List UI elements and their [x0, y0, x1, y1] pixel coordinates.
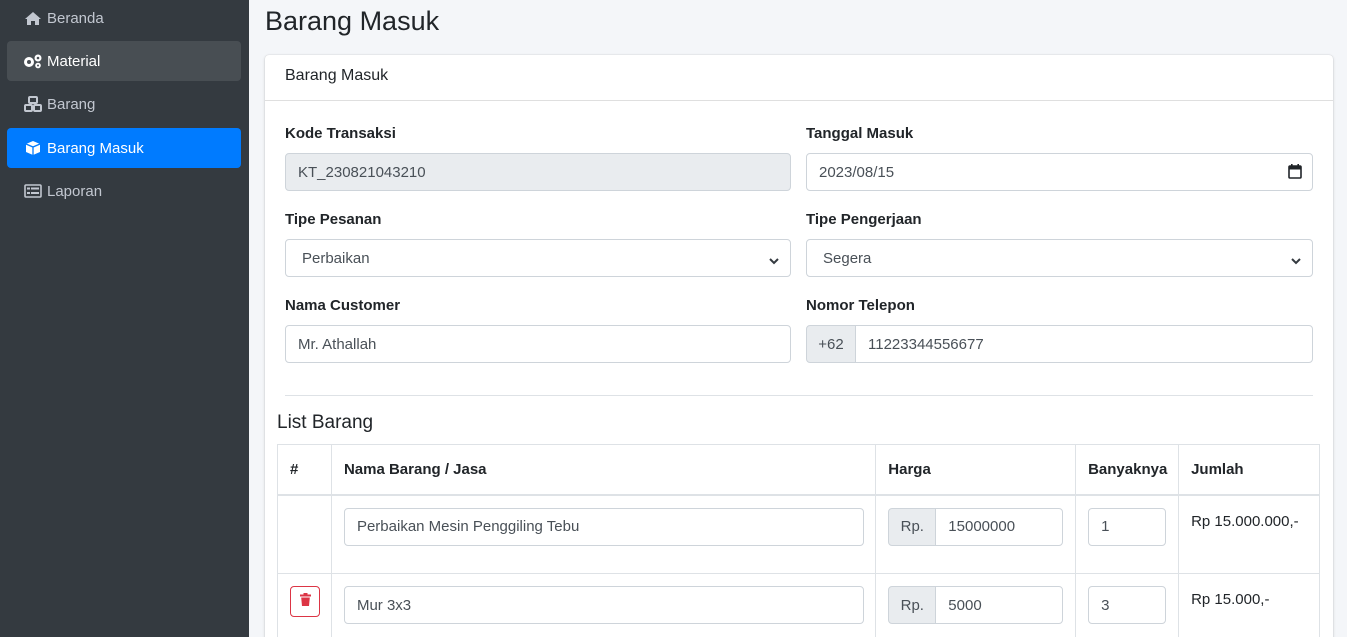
list-icon	[23, 183, 43, 199]
table-row: Perbaikan Mesin Penggiling Tebu Rp. 1500…	[277, 494, 1320, 574]
table-row: Mur 3x3 Rp. 5000 3 Rp 15.000,-	[277, 573, 1320, 637]
delete-row-button[interactable]	[290, 586, 320, 617]
nomor-telepon-value: 11223344556677	[868, 335, 984, 353]
row-banyak-cell: 1	[1075, 494, 1180, 574]
currency-prefix: Rp.	[888, 586, 937, 624]
row-jumlah-cell: Rp 15.000.000,-	[1178, 494, 1320, 574]
tipe-pengerjaan-label: Tipe Pengerjaan	[806, 211, 922, 228]
cogs-icon	[23, 53, 43, 69]
tipe-pesanan-value: Perbaikan	[302, 249, 370, 267]
list-barang-table: # Nama Barang / Jasa Harga Banyaknya Jum…	[277, 444, 1320, 637]
nama-customer-input[interactable]: Mr. Athallah	[285, 325, 791, 363]
home-icon	[23, 10, 43, 26]
banyaknya-input[interactable]: 3	[1088, 586, 1167, 624]
col-header-number: #	[277, 444, 332, 496]
box-icon	[23, 140, 43, 156]
tipe-pengerjaan-value: Segera	[823, 249, 872, 267]
tanggal-masuk-field[interactable]: 2023/08/15	[806, 153, 1313, 191]
kode-transaksi-field: KT_230821043210	[285, 153, 791, 191]
harga-value: 5000	[948, 596, 982, 614]
trash-icon	[299, 593, 311, 610]
sidebar-item-material[interactable]: Material	[7, 41, 241, 81]
row-jumlah-cell: Rp 15.000,-	[1178, 573, 1320, 637]
jumlah-value: Rp 15.000.000,-	[1191, 512, 1299, 530]
row-action-cell	[277, 573, 332, 637]
card-header: Barang Masuk	[265, 55, 1333, 101]
row-harga-cell: Rp. 5000	[875, 573, 1077, 637]
sidebar-item-label: Laporan	[47, 182, 103, 200]
sidebar-item-label: Barang	[47, 95, 96, 113]
banyaknya-input[interactable]: 1	[1088, 507, 1167, 546]
row-nama-cell: Mur 3x3	[330, 573, 877, 637]
harga-input[interactable]: 5000	[935, 586, 1064, 624]
sidebar-item-label: Material	[47, 52, 101, 70]
col-header-jumlah: Jumlah	[1178, 444, 1320, 496]
jumlah-value: Rp 15.000,-	[1191, 591, 1270, 608]
tipe-pesanan-select[interactable]: Perbaikan	[285, 239, 791, 277]
tanggal-masuk-value: 2023/08/15	[819, 163, 895, 181]
divider	[285, 395, 1313, 396]
kode-transaksi-value: KT_230821043210	[298, 163, 426, 181]
sidebar-item-beranda[interactable]: Beranda	[7, 0, 241, 38]
nomor-telepon-label: Nomor Telepon	[806, 297, 915, 314]
table-header-row: # Nama Barang / Jasa Harga Banyaknya Jum…	[277, 444, 1320, 496]
nama-customer-value: Mr. Athallah	[298, 335, 377, 353]
nama-barang-input[interactable]: Mur 3x3	[343, 586, 864, 624]
col-header-nama: Nama Barang / Jasa	[330, 444, 877, 496]
tanggal-masuk-label: Tanggal Masuk	[806, 125, 914, 142]
tipe-pengerjaan-select[interactable]: Segera	[806, 239, 1313, 277]
sidebar-item-label: Beranda	[47, 9, 104, 27]
banyaknya-value: 3	[1101, 596, 1110, 614]
chevron-down-icon	[1290, 253, 1302, 270]
sidebar-item-barang[interactable]: Barang	[7, 84, 241, 124]
page-title: Barang Masuk	[265, 6, 440, 36]
nama-barang-input[interactable]: Perbaikan Mesin Penggiling Tebu	[343, 507, 864, 546]
nama-barang-value: Perbaikan Mesin Penggiling Tebu	[356, 518, 580, 535]
sidebar: Beranda Material Barang Barang Masuk Lap…	[0, 0, 249, 637]
phone-prefix: +62	[806, 325, 856, 363]
nama-customer-label: Nama Customer	[285, 297, 401, 314]
col-header-harga: Harga	[875, 444, 1077, 496]
cubes-icon	[23, 96, 43, 112]
main-content: Barang Masuk Barang Masuk Kode Transaksi…	[249, 0, 1347, 637]
form-card: Barang Masuk Kode Transaksi KT_230821043…	[265, 55, 1333, 637]
harga-value: 15000000	[948, 518, 1016, 535]
row-banyak-cell: 3	[1075, 573, 1180, 637]
kode-transaksi-label: Kode Transaksi	[285, 125, 396, 142]
nomor-telepon-input[interactable]: 11223344556677	[855, 325, 1313, 363]
sidebar-item-barang-masuk[interactable]: Barang Masuk	[7, 128, 241, 168]
sidebar-item-laporan[interactable]: Laporan	[7, 171, 241, 211]
harga-input[interactable]: 15000000	[935, 507, 1064, 546]
currency-prefix: Rp.	[888, 507, 937, 546]
calendar-icon[interactable]	[1288, 164, 1302, 183]
list-barang-title: List Barang	[277, 412, 374, 433]
sidebar-item-label: Barang Masuk	[47, 139, 144, 157]
nama-barang-value: Mur 3x3	[356, 596, 412, 614]
chevron-down-icon	[768, 253, 780, 270]
col-header-banyaknya: Banyaknya	[1075, 444, 1180, 496]
banyaknya-value: 1	[1101, 518, 1110, 535]
row-action-cell	[277, 494, 332, 574]
row-nama-cell: Perbaikan Mesin Penggiling Tebu	[330, 494, 877, 574]
row-harga-cell: Rp. 15000000	[875, 494, 1077, 574]
tipe-pesanan-label: Tipe Pesanan	[285, 211, 382, 228]
